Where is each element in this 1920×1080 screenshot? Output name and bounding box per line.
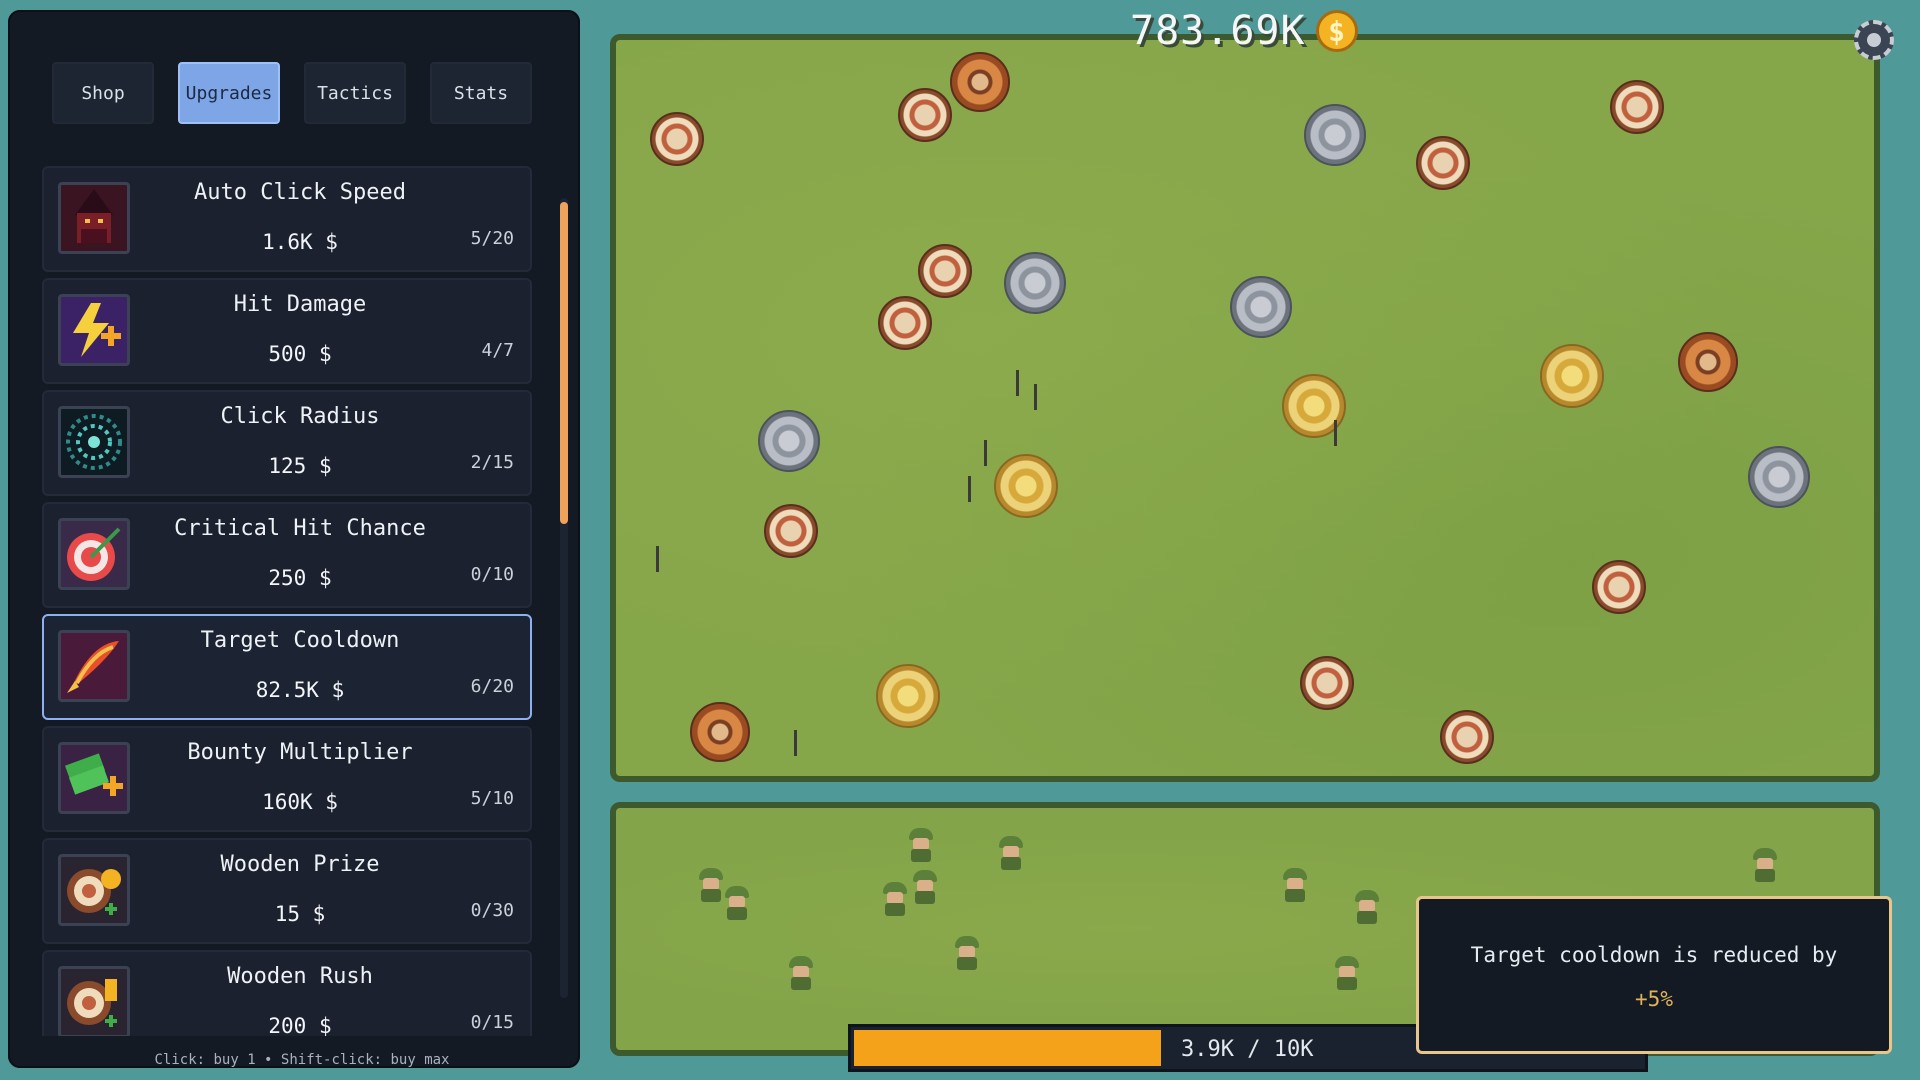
upgrade-price: 1.6K $ [262, 230, 338, 254]
arrow [968, 476, 971, 502]
archer [1750, 848, 1780, 882]
upgrade-list: Auto Click Speed 1.6K $ 5/20 Hit Damage … [42, 156, 542, 1036]
upgrade-card-critical-hit-chance[interactable]: Critical Hit Chance 250 $ 0/10 [42, 502, 532, 608]
silver-target[interactable] [1748, 446, 1810, 508]
upgrade-level: 0/30 [470, 900, 514, 921]
upgrade-name: Bounty Multiplier [187, 740, 413, 765]
silver-target[interactable] [1304, 104, 1366, 166]
wooden-target[interactable] [764, 504, 818, 558]
tab-tactics[interactable]: Tactics [304, 62, 406, 124]
target-field[interactable] [610, 34, 1880, 782]
arrow [794, 730, 797, 756]
wooden-target[interactable] [1592, 560, 1646, 614]
upgrade-card-click-radius[interactable]: Click Radius 125 $ 2/15 [42, 390, 532, 496]
dollar-coin-icon: $ [1315, 10, 1358, 52]
orange-target[interactable] [950, 52, 1010, 112]
upgrade-card-bounty-multiplier[interactable]: Bounty Multiplier 160K $ 5/10 [42, 726, 532, 832]
flaming-arrow-icon [58, 630, 130, 702]
gold-target[interactable] [1540, 344, 1604, 408]
upgrade-name: Auto Click Speed [194, 180, 406, 205]
archer [1332, 956, 1362, 990]
upgrade-price: 200 $ [268, 1014, 332, 1036]
upgrade-name: Hit Damage [233, 292, 367, 317]
tooltip-value: +5% [1635, 987, 1673, 1011]
wooden-target[interactable] [650, 112, 704, 166]
upgrade-name: Critical Hit Chance [174, 516, 426, 541]
upgrade-price: 125 $ [268, 454, 332, 478]
archer [952, 936, 982, 970]
upgrade-name: Click Radius [220, 404, 380, 429]
upgrade-level: 0/15 [470, 1012, 514, 1033]
archer [880, 882, 910, 916]
wooden-target[interactable] [1610, 80, 1664, 134]
arrow [656, 546, 659, 572]
silver-target[interactable] [1230, 276, 1292, 338]
upgrade-card-wooden-prize[interactable]: Wooden Prize 15 $ 0/30 [42, 838, 532, 944]
progress-fill [854, 1030, 1161, 1066]
upgrade-price: 15 $ [274, 902, 326, 926]
money-amount: 783.69K [1130, 8, 1306, 54]
upgrade-name: Target Cooldown [200, 628, 400, 653]
silver-target[interactable] [758, 410, 820, 472]
upgrade-card-hit-damage[interactable]: Hit Damage 500 $ 4/7 [42, 278, 532, 384]
archer [786, 956, 816, 990]
arrow [1034, 384, 1037, 410]
archer [722, 886, 752, 920]
tab-stats[interactable]: Stats [430, 62, 532, 124]
gold-target[interactable] [994, 454, 1058, 518]
arrow [1016, 370, 1019, 396]
scrollbar-thumb[interactable] [560, 202, 568, 524]
tab-upgrades[interactable]: Upgrades [178, 62, 280, 124]
lightning-plus-icon [58, 294, 130, 366]
upgrade-price: 500 $ [268, 342, 332, 366]
upgrade-level: 5/10 [470, 788, 514, 809]
wooden-target[interactable] [1416, 136, 1470, 190]
archer [906, 828, 936, 862]
radius-grid-icon [58, 406, 130, 478]
wooden-target[interactable] [918, 244, 972, 298]
archer [910, 870, 940, 904]
upgrade-level: 5/20 [470, 228, 514, 249]
money-counter: 783.69K $ [1130, 8, 1358, 54]
upgrade-price: 160K $ [262, 790, 338, 814]
wooden-target-coin-icon [58, 854, 130, 926]
upgrade-price: 82.5K $ [255, 678, 345, 702]
wooden-target[interactable] [898, 88, 952, 142]
upgrade-card-auto-click-speed[interactable]: Auto Click Speed 1.6K $ 5/20 [42, 166, 532, 272]
upgrade-price: 250 $ [268, 566, 332, 590]
archer [996, 836, 1026, 870]
progress-label: 3.9K / 10K [1181, 1037, 1314, 1062]
gear-icon[interactable] [1854, 20, 1894, 60]
buy-hint: Click: buy 1 • Shift-click: buy max [154, 1052, 450, 1068]
upgrade-tooltip: Target cooldown is reduced by +5% [1416, 896, 1892, 1054]
orange-target[interactable] [1678, 332, 1738, 392]
bullseye-arrow-icon [58, 518, 130, 590]
tab-bar: Shop Upgrades Tactics Stats [52, 62, 532, 124]
wooden-target[interactable] [878, 296, 932, 350]
arrow [984, 440, 987, 466]
tab-shop[interactable]: Shop [52, 62, 154, 124]
upgrade-name: Wooden Rush [227, 964, 373, 989]
upgrade-name: Wooden Prize [220, 852, 380, 877]
tooltip-text: Target cooldown is reduced by [1470, 943, 1838, 967]
archer [1352, 890, 1382, 924]
upgrade-level: 2/15 [470, 452, 514, 473]
wooden-target-rush-icon [58, 966, 130, 1036]
wooden-target[interactable] [1440, 710, 1494, 764]
upgrade-panel: Shop Upgrades Tactics Stats Auto Click S… [8, 10, 580, 1068]
upgrade-level: 0/10 [470, 564, 514, 585]
wooden-target[interactable] [1300, 656, 1354, 710]
upgrade-level: 6/20 [470, 676, 514, 697]
arrow [1334, 420, 1337, 446]
gold-target[interactable] [876, 664, 940, 728]
orange-target[interactable] [690, 702, 750, 762]
upgrade-level: 4/7 [481, 340, 514, 361]
silver-target[interactable] [1004, 252, 1066, 314]
cash-plus-icon [58, 742, 130, 814]
archer [1280, 868, 1310, 902]
upgrade-card-target-cooldown[interactable]: Target Cooldown 82.5K $ 6/20 [42, 614, 532, 720]
dark-wizard-icon [58, 182, 130, 254]
upgrade-card-wooden-rush[interactable]: Wooden Rush 200 $ 0/15 [42, 950, 532, 1036]
